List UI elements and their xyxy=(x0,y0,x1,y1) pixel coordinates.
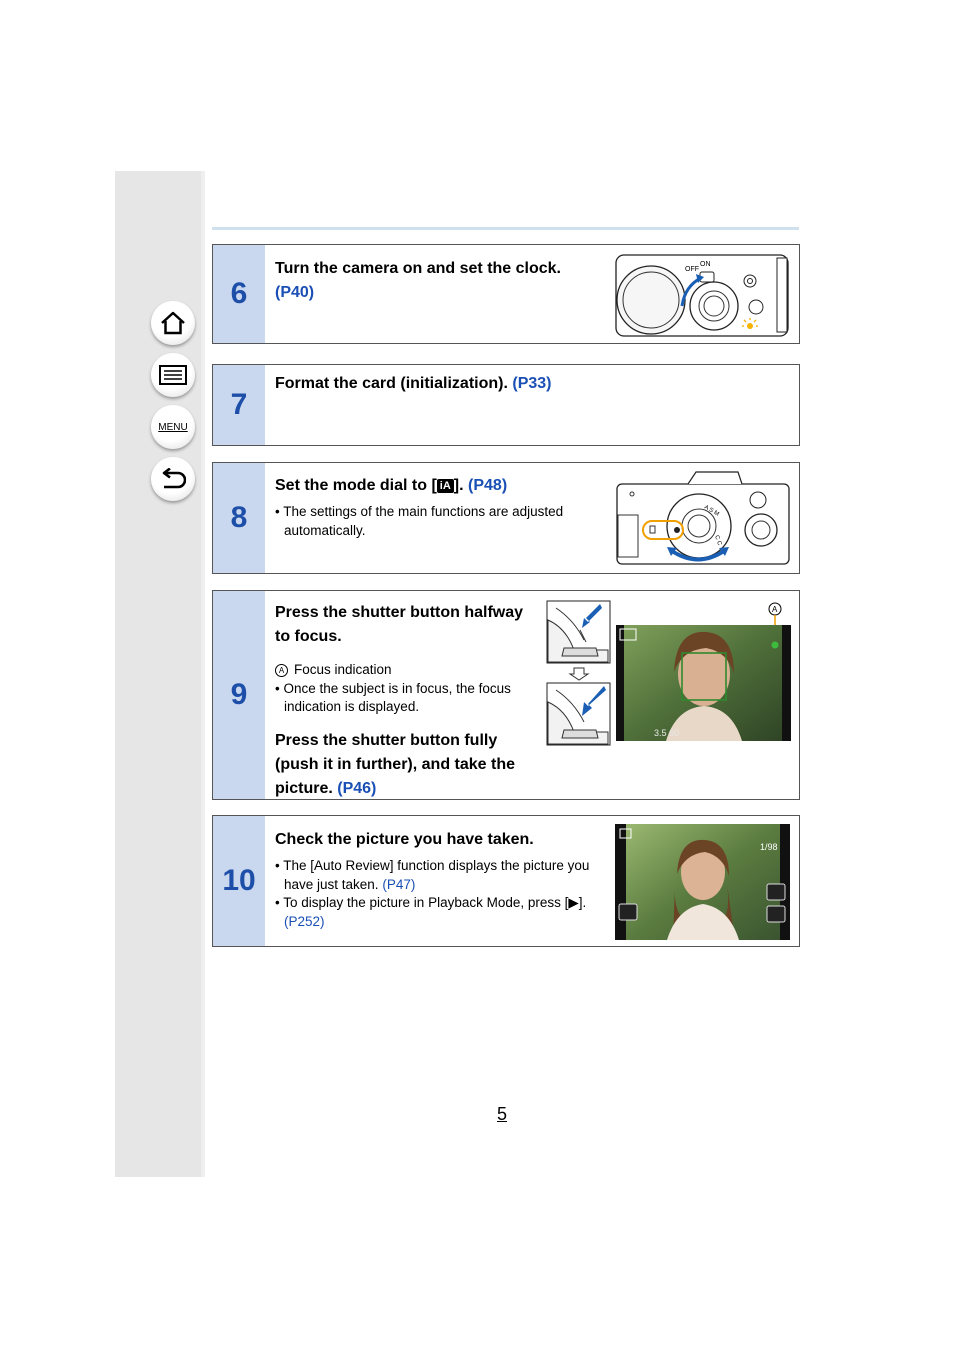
step-number: 10 xyxy=(213,816,265,946)
contents-button[interactable] xyxy=(151,353,195,397)
step-heading: Check the picture you have taken. xyxy=(275,831,534,848)
step-heading-close: ]. xyxy=(453,477,464,494)
step-heading: Format the card (initialization). xyxy=(275,375,508,392)
menu-button[interactable]: MENU xyxy=(151,405,195,449)
bullet-item: • The settings of the main functions are… xyxy=(275,504,564,538)
exposure-readout: 3.5 60 xyxy=(654,728,679,738)
shutter-press-illustration xyxy=(546,600,611,746)
off-label: OFF xyxy=(685,266,699,273)
step-number: 6 xyxy=(213,245,265,343)
page-link[interactable]: (P33) xyxy=(512,375,551,392)
mode-dial-illustration: A S M C C xyxy=(616,471,790,565)
playback-screen-illustration: 1/98 xyxy=(615,824,790,940)
bullet-item: • Once the subject is in focus, the focu… xyxy=(275,680,511,715)
ia-mode-icon: iA xyxy=(436,479,454,493)
page-link[interactable]: (P46) xyxy=(337,780,376,797)
bullet-text: The settings of the main functions are a… xyxy=(283,504,564,538)
step-number: 7 xyxy=(213,365,265,445)
step-heading: Turn the camera on and set the clock. xyxy=(275,260,561,277)
bullet-text: Once the subject is in focus, the focus … xyxy=(283,680,511,715)
menu-label: MENU xyxy=(158,421,188,433)
sidebar-edge xyxy=(201,171,205,1177)
home-icon xyxy=(161,311,185,335)
image-counter: 1/98 xyxy=(760,842,778,852)
step-number: 9 xyxy=(213,591,265,799)
page-link[interactable]: (P40) xyxy=(275,284,314,301)
step-heading: Press the shutter button halfway to focu… xyxy=(275,604,524,645)
focus-screen-illustration: A 3.5 60 xyxy=(616,602,791,741)
back-button[interactable] xyxy=(151,457,195,501)
callout-note: A Focus indication xyxy=(275,661,540,680)
callout-text: Focus indication xyxy=(294,662,392,677)
step-6: 6 Turn the camera on and set the clock. … xyxy=(212,244,800,344)
step-8: 8 Set the mode dial to [iA]. (P48) • The… xyxy=(212,462,800,574)
step-7: 7 Format the card (initialization). (P33… xyxy=(212,364,800,446)
list-icon xyxy=(159,365,187,385)
step-heading-2: Press the shutter button fully (push it … xyxy=(275,731,516,797)
callout-marker: A xyxy=(772,605,778,614)
page-link[interactable]: (P47) xyxy=(382,877,415,892)
page-link[interactable]: (P252) xyxy=(284,914,325,929)
step-10: 10 Check the picture you have taken. • T… xyxy=(212,815,800,947)
bullet-item: • The [Auto Review] function displays th… xyxy=(275,858,590,892)
home-button[interactable] xyxy=(151,301,195,345)
step-heading: Set the mode dial to [ xyxy=(275,477,437,494)
page-number: 5 xyxy=(497,1104,508,1124)
bullet-text: To display the picture in Playback Mode,… xyxy=(283,895,587,910)
bullet-text: The [Auto Review] function displays the … xyxy=(283,858,590,892)
bullet-item: • To display the picture in Playback Mod… xyxy=(275,895,587,929)
header-rule xyxy=(212,227,799,230)
return-arrow-icon xyxy=(162,468,186,489)
camera-power-switch-illustration: OFF ON xyxy=(615,254,789,337)
step-number: 8 xyxy=(213,463,265,573)
callout-marker: A xyxy=(275,664,288,677)
page-link[interactable]: (P48) xyxy=(468,477,507,494)
on-label: ON xyxy=(700,261,711,268)
step-9: 9 Press the shutter button halfway to fo… xyxy=(212,590,800,800)
